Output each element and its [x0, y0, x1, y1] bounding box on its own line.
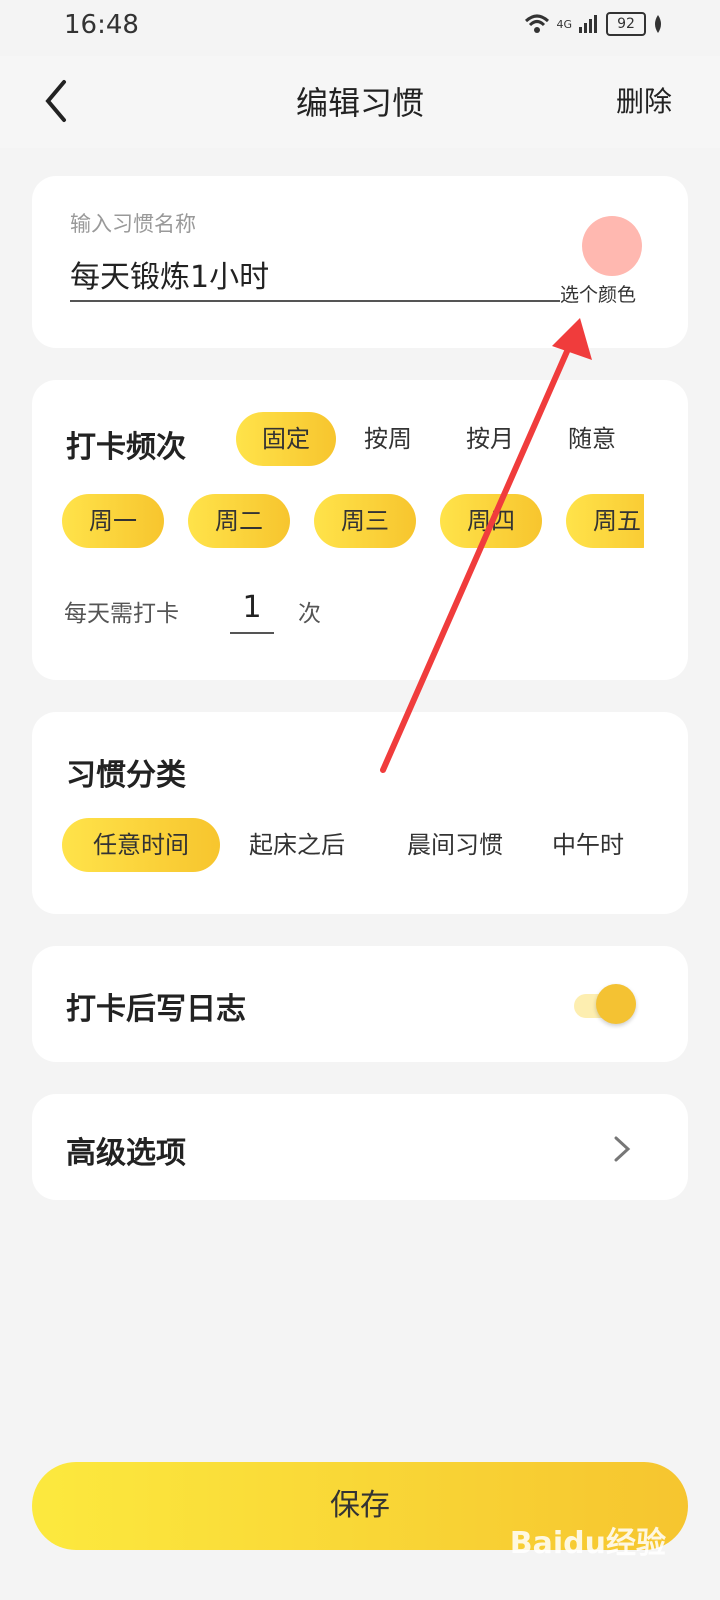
category-anytime[interactable]: 任意时间 — [62, 818, 220, 872]
chevron-right-icon — [614, 1136, 631, 1162]
day-thu[interactable]: 周四 — [440, 494, 542, 548]
day-wed[interactable]: 周三 — [314, 494, 416, 548]
per-day-count-underline — [230, 632, 274, 634]
per-day-count-input[interactable]: 1 — [230, 590, 274, 625]
status-bar: 16:48 4G 92 — [0, 0, 720, 56]
advanced-label: 高级选项 — [66, 1136, 186, 1171]
frequency-card: 打卡频次 固定 按周 按月 随意 周一 周二 周三 周四 周五 每天需打卡 1 … — [32, 380, 688, 680]
habit-name-underline — [70, 300, 560, 302]
battery-indicator: 92 — [606, 12, 646, 36]
frequency-title: 打卡频次 — [66, 430, 186, 465]
category-noon[interactable]: 中午时 — [552, 818, 644, 872]
color-picker-swatch[interactable] — [582, 216, 642, 276]
signal-icon — [579, 15, 597, 33]
advanced-card[interactable]: 高级选项 — [32, 1094, 688, 1200]
category-row: 任意时间 起床之后 晨间习惯 中午时 — [62, 818, 644, 874]
category-title: 习惯分类 — [66, 758, 186, 793]
mode-monthly[interactable]: 按月 — [450, 412, 530, 466]
page-title: 编辑习惯 — [295, 84, 424, 122]
baidu-watermark: Baidu经验 — [509, 1526, 666, 1561]
per-day-unit: 次 — [298, 601, 321, 627]
network-type: 4G — [556, 17, 572, 31]
category-morning[interactable]: 晨间习惯 — [390, 818, 520, 872]
mode-weekly[interactable]: 按周 — [348, 412, 428, 466]
color-picker-label[interactable]: 选个颜色 — [560, 280, 636, 307]
delete-button[interactable]: 删除 — [616, 80, 672, 120]
journal-label: 打卡后写日志 — [66, 992, 246, 1027]
habit-name-placeholder: 输入习惯名称 — [70, 212, 196, 236]
day-fri[interactable]: 周五 — [566, 494, 644, 548]
day-tue[interactable]: 周二 — [188, 494, 290, 548]
habit-name-input[interactable]: 每天锻炼1小时 — [70, 252, 269, 296]
mode-fixed[interactable]: 固定 — [236, 412, 336, 466]
journal-toggle-knob[interactable] — [596, 984, 636, 1024]
journal-card: 打卡后写日志 — [32, 946, 688, 1062]
leaf-icon — [655, 15, 661, 33]
weekday-row: 周一 周二 周三 周四 周五 — [62, 494, 644, 550]
nav-bar: 编辑习惯 删除 — [0, 56, 720, 148]
day-mon[interactable]: 周一 — [62, 494, 164, 548]
per-day-label: 每天需打卡 — [64, 601, 179, 627]
habit-name-card: 输入习惯名称 每天锻炼1小时 选个颜色 — [32, 176, 688, 348]
status-time: 16:48 — [64, 10, 139, 40]
wifi-icon — [525, 14, 550, 33]
status-icons: 4G 92 — [524, 12, 664, 36]
category-card: 习惯分类 任意时间 起床之后 晨间习惯 中午时 — [32, 712, 688, 914]
mode-random[interactable]: 随意 — [552, 412, 632, 466]
category-after-wakeup[interactable]: 起床之后 — [232, 818, 362, 872]
